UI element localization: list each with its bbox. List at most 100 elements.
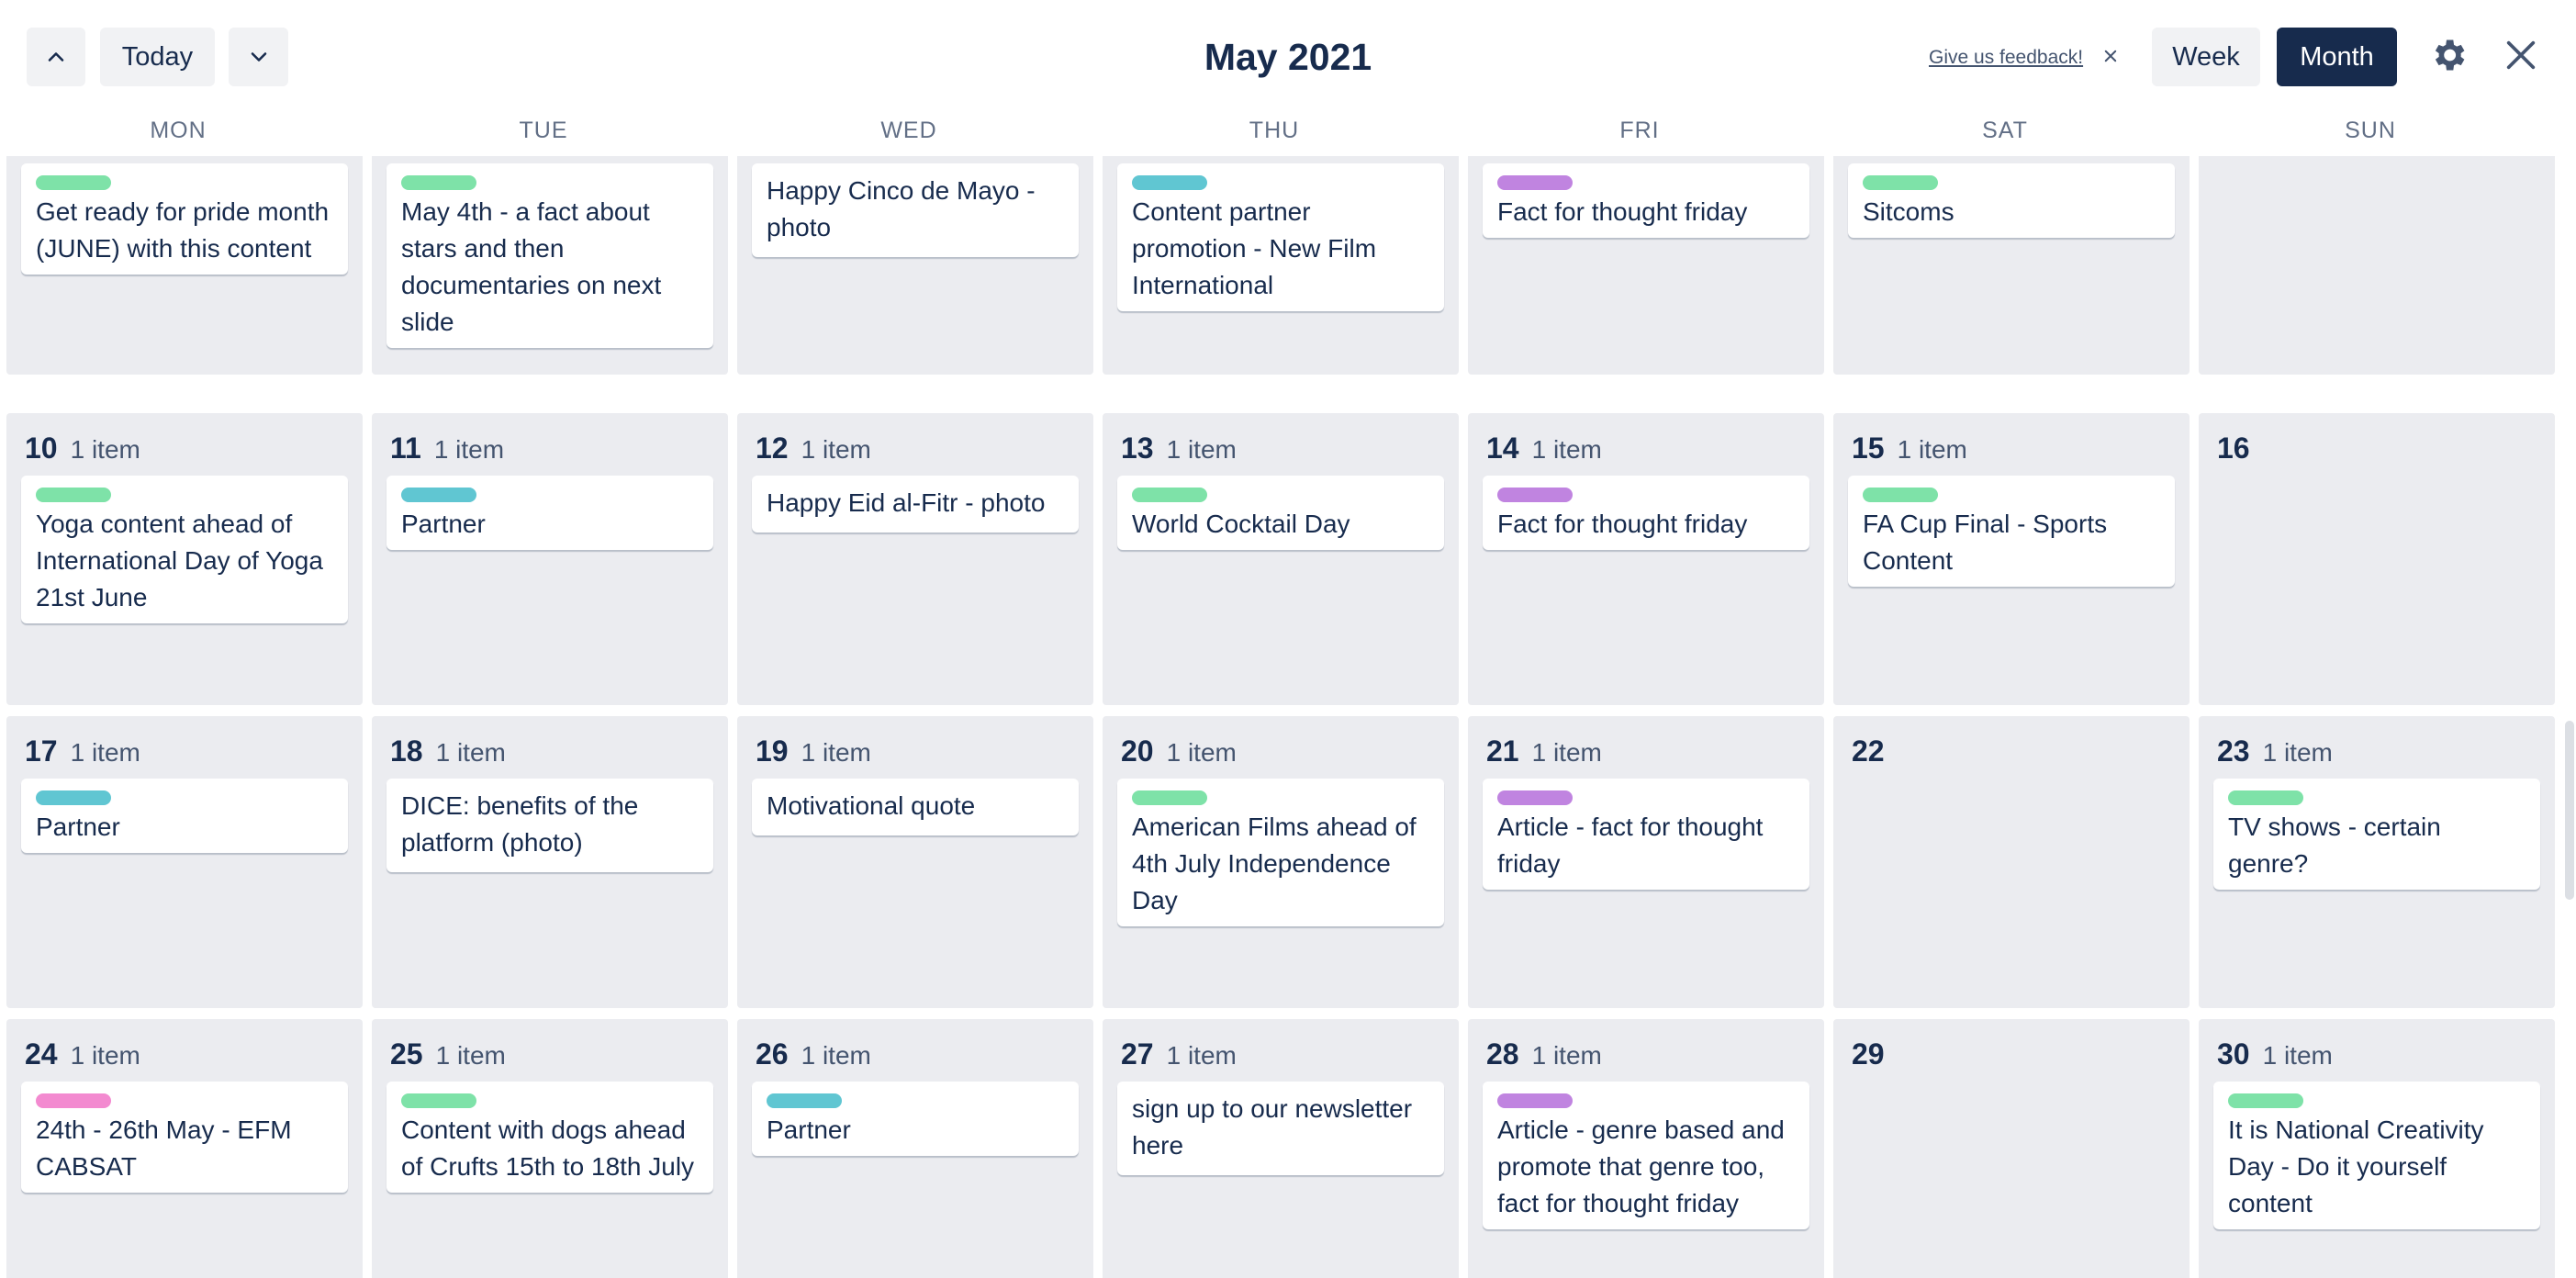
calendar-card[interactable]: Motivational quote bbox=[752, 779, 1079, 835]
card-title: Motivational quote bbox=[767, 791, 976, 820]
card-label-green bbox=[36, 488, 111, 502]
day-cell[interactable]: 25 1 item Content with dogs ahead of Cruft… bbox=[372, 1019, 728, 1278]
day-cell[interactable]: 14 1 item Fact for thought friday bbox=[1468, 413, 1824, 705]
calendar-card[interactable]: Partner bbox=[21, 779, 348, 853]
feedback-link[interactable]: Give us feedback! bbox=[1929, 44, 2083, 72]
card-title: Happy Eid al-Fitr - photo bbox=[767, 488, 1046, 517]
card-title: sign up to our newsletter here bbox=[1132, 1094, 1413, 1160]
item-count: 1 item bbox=[70, 1041, 140, 1070]
day-cell[interactable] bbox=[2199, 156, 2555, 375]
day-cell[interactable]: 11 1 item Partner bbox=[372, 413, 728, 705]
day-cell[interactable]: 24 1 item 24th - 26th May - EFM CABSAT bbox=[6, 1019, 363, 1278]
previous-month-button[interactable] bbox=[27, 28, 85, 86]
calendar-card[interactable]: Fact for thought friday bbox=[1483, 163, 1809, 238]
day-cell[interactable]: 21 1 item Article - fact for thought frida… bbox=[1468, 716, 1824, 1008]
day-number: 28 bbox=[1486, 1037, 1519, 1071]
day-cell[interactable]: 22 bbox=[1833, 716, 2190, 1008]
item-count: 1 item bbox=[1531, 435, 1602, 464]
day-cell[interactable]: Sitcoms bbox=[1833, 156, 2190, 375]
day-cell[interactable]: 28 1 item Article - genre based and promot… bbox=[1468, 1019, 1824, 1278]
calendar-card[interactable]: sign up to our newsletter here bbox=[1117, 1082, 1444, 1175]
card-label-pink bbox=[36, 1093, 111, 1108]
calendar-card[interactable]: TV shows - certain genre? bbox=[2213, 779, 2540, 890]
day-number: 26 bbox=[756, 1037, 789, 1071]
card-label-green bbox=[2228, 1093, 2303, 1108]
calendar-card[interactable]: Partner bbox=[752, 1082, 1079, 1156]
item-count: 1 item bbox=[70, 738, 140, 767]
day-cell[interactable]: Happy Cinco de Mayo - photo bbox=[737, 156, 1093, 375]
week-view-button[interactable]: Week bbox=[2152, 28, 2260, 86]
card-label-green bbox=[1863, 488, 1938, 502]
card-label-purple bbox=[1497, 175, 1573, 190]
calendar-card[interactable]: Yoga content ahead of International Day … bbox=[21, 476, 348, 623]
card-label-purple bbox=[1497, 790, 1573, 805]
card-title: DICE: benefits of the platform (photo) bbox=[401, 791, 639, 857]
day-header: 11 1 item bbox=[390, 432, 504, 468]
day-cell[interactable]: 15 1 item FA Cup Final - Sports Content bbox=[1833, 413, 2190, 705]
calendar-card[interactable]: Article - genre based and promote that g… bbox=[1483, 1082, 1809, 1229]
card-label-purple bbox=[1497, 488, 1573, 502]
weekday-label: MON bbox=[150, 118, 207, 143]
calendar-card[interactable]: Sitcoms bbox=[1848, 163, 2175, 238]
calendar-card[interactable]: American Films ahead of 4th July Indepen… bbox=[1117, 779, 1444, 926]
month-view-button[interactable]: Month bbox=[2277, 28, 2397, 86]
calendar-card[interactable]: Content partner promotion - New Film Int… bbox=[1117, 163, 1444, 311]
calendar-card[interactable]: Get ready for pride month (JUNE) with th… bbox=[21, 163, 348, 275]
card-title: Get ready for pride month (JUNE) with th… bbox=[36, 197, 330, 263]
day-cell[interactable]: 30 1 item It is National Creativity Day - … bbox=[2199, 1019, 2555, 1278]
card-title: Happy Cinco de Mayo - photo bbox=[767, 176, 1036, 241]
day-cell[interactable]: 27 1 item sign up to our newsletter here bbox=[1103, 1019, 1459, 1278]
calendar-card[interactable]: It is National Creativity Day - Do it yo… bbox=[2213, 1082, 2540, 1229]
card-title: Partner bbox=[36, 813, 120, 841]
card-label-blue bbox=[36, 790, 111, 805]
day-cell[interactable]: 19 1 item Motivational quote bbox=[737, 716, 1093, 1008]
card-title: Fact for thought friday bbox=[1497, 197, 1748, 226]
item-count: 1 item bbox=[435, 738, 506, 767]
day-header: 21 1 item bbox=[1486, 734, 1602, 771]
scrollbar-track[interactable] bbox=[2563, 156, 2576, 1278]
calendar-card[interactable]: Article - fact for thought friday bbox=[1483, 779, 1809, 890]
calendar-card[interactable]: DICE: benefits of the platform (photo) bbox=[386, 779, 713, 872]
card-label-green bbox=[401, 1093, 476, 1108]
card-label-blue bbox=[1132, 175, 1207, 190]
day-cell[interactable]: 13 1 item World Cocktail Day bbox=[1103, 413, 1459, 705]
day-cell[interactable]: 10 1 item Yoga content ahead of Internatio… bbox=[6, 413, 363, 705]
day-cell[interactable]: Fact for thought friday bbox=[1468, 156, 1824, 375]
day-cell[interactable]: 26 1 item Partner bbox=[737, 1019, 1093, 1278]
day-cell[interactable]: 29 bbox=[1833, 1019, 2190, 1278]
calendar-card[interactable]: World Cocktail Day bbox=[1117, 476, 1444, 550]
calendar-card[interactable]: Partner bbox=[386, 476, 713, 550]
item-count: 1 item bbox=[2262, 1041, 2333, 1070]
day-cell[interactable]: 20 1 item American Films ahead of 4th July… bbox=[1103, 716, 1459, 1008]
day-cell[interactable]: 16 bbox=[2199, 413, 2555, 705]
gear-icon[interactable] bbox=[2428, 35, 2469, 75]
calendar-card[interactable]: Happy Eid al-Fitr - photo bbox=[752, 476, 1079, 532]
calendar-card[interactable]: Fact for thought friday bbox=[1483, 476, 1809, 550]
day-number: 27 bbox=[1121, 1037, 1154, 1071]
day-cell[interactable]: May 4th - a fact about stars and then do… bbox=[372, 156, 728, 375]
day-cell[interactable]: Content partner promotion - New Film Int… bbox=[1103, 156, 1459, 375]
day-header: 22 bbox=[1852, 734, 1898, 771]
day-cell[interactable]: Get ready for pride month (JUNE) with th… bbox=[6, 156, 363, 375]
day-cell[interactable]: 23 1 item TV shows - certain genre? bbox=[2199, 716, 2555, 1008]
card-title: Sitcoms bbox=[1863, 197, 1954, 226]
today-button[interactable]: Today bbox=[100, 28, 215, 86]
day-number: 19 bbox=[756, 734, 789, 768]
calendar-card[interactable]: 24th - 26th May - EFM CABSAT bbox=[21, 1082, 348, 1193]
day-cell[interactable]: 18 1 item DICE: benefits of the platform (… bbox=[372, 716, 728, 1008]
day-header: 10 1 item bbox=[25, 432, 140, 468]
weekday-label: SUN bbox=[2345, 118, 2396, 143]
day-cell[interactable]: 17 1 item Partner bbox=[6, 716, 363, 1008]
day-number: 30 bbox=[2217, 1037, 2250, 1071]
feedback-dismiss-button[interactable] bbox=[2100, 40, 2121, 72]
next-month-button[interactable] bbox=[229, 28, 288, 86]
calendar-card[interactable]: Content with dogs ahead of Crufts 15th t… bbox=[386, 1082, 713, 1193]
calendar-card[interactable]: May 4th - a fact about stars and then do… bbox=[386, 163, 713, 348]
calendar-card[interactable]: FA Cup Final - Sports Content bbox=[1848, 476, 2175, 587]
day-number: 15 bbox=[1852, 432, 1885, 465]
day-cell[interactable]: 12 1 item Happy Eid al-Fitr - photo bbox=[737, 413, 1093, 705]
item-count: 1 item bbox=[801, 738, 871, 767]
calendar-card[interactable]: Happy Cinco de Mayo - photo bbox=[752, 163, 1079, 257]
close-calendar-icon[interactable] bbox=[2503, 37, 2539, 73]
scrollbar-thumb[interactable] bbox=[2565, 721, 2574, 900]
